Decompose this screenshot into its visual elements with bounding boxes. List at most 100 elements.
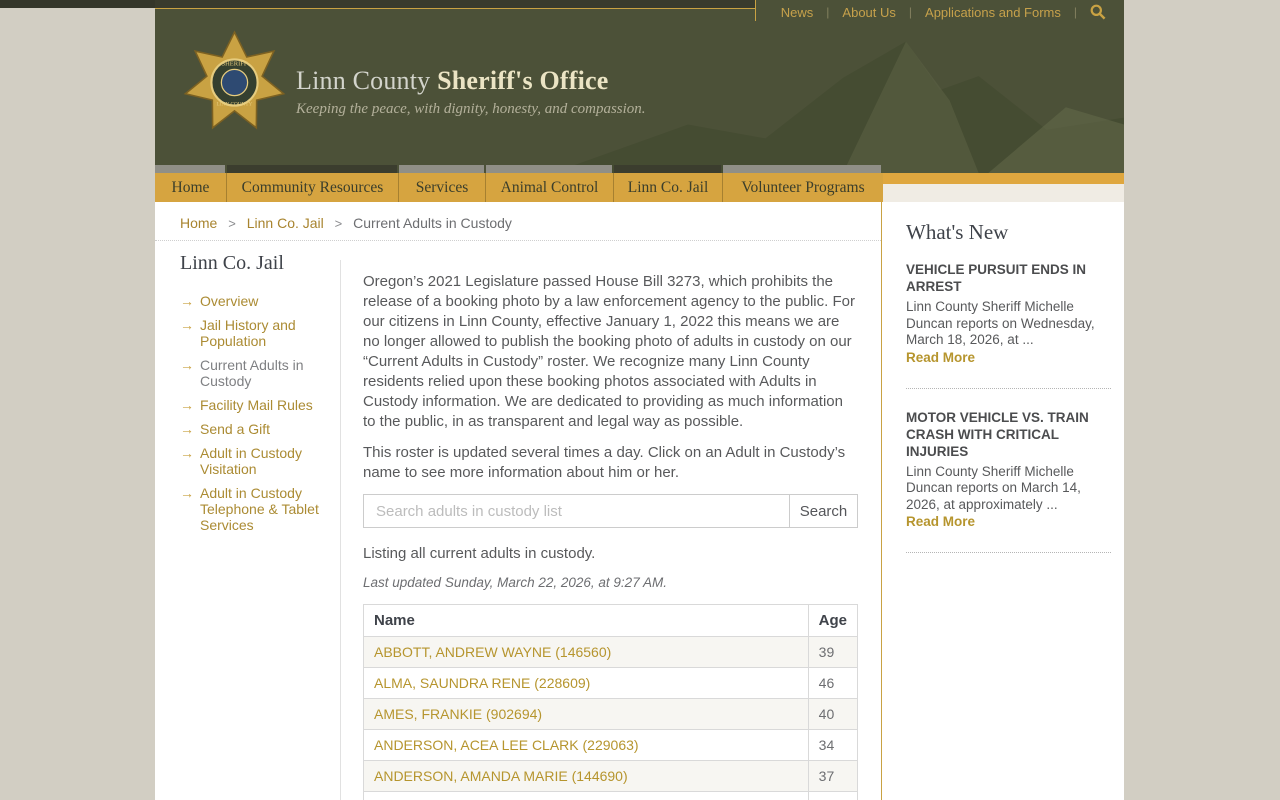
arrow-right-icon: →	[180, 421, 194, 437]
table-row: ALMA, SAUNDRA RENE (228609) 46	[363, 667, 859, 699]
read-more-link[interactable]: Read More	[906, 350, 975, 365]
sidebar-item-label: Jail History and Population	[200, 317, 296, 349]
utility-link-applications-and-forms[interactable]: Applications and Forms	[925, 5, 1061, 20]
inmate-age: 40	[807, 698, 859, 730]
sidebar-item-label: Facility Mail Rules	[200, 397, 313, 413]
strip-volunteer-programs	[723, 165, 881, 173]
site-title-block: Linn County Sheriff's Office Keeping the…	[296, 66, 646, 118]
content-area: Home > Linn Co. Jail > Current Adults in…	[155, 202, 1124, 800]
sidebar-item-overview[interactable]: → Overview	[180, 293, 332, 309]
table-row: ANDERSON, AMANDA MARIE (144690) 37	[363, 760, 859, 792]
column-header-age: Age	[807, 604, 859, 637]
news-item: VEHICLE PURSUIT ENDS IN ARREST Linn Coun…	[906, 261, 1111, 367]
jail-menu-title: Linn Co. Jail	[180, 252, 284, 274]
last-updated-text: Last updated Sunday, March 22, 2026, at …	[363, 575, 667, 590]
nav-item-volunteer-programs[interactable]: Volunteer Programs	[723, 173, 883, 202]
svg-text:LINN COUNTY: LINN COUNTY	[217, 102, 253, 108]
arrow-right-icon: →	[180, 317, 194, 333]
site-title: Linn County Sheriff's Office	[296, 66, 646, 96]
arrow-right-icon: →	[180, 485, 194, 501]
inmate-name-link[interactable]: ALMA, SAUNDRA RENE (228609)	[374, 675, 590, 691]
svg-text:SHERIFF: SHERIFF	[221, 61, 247, 68]
breadcrumb: Home > Linn Co. Jail > Current Adults in…	[155, 202, 881, 241]
table-row: ABBOTT, ANDREW WAYNE (146560) 39	[363, 636, 859, 668]
main-nav: Home Community Resources Services Animal…	[155, 173, 883, 202]
custody-search-button[interactable]: Search	[790, 494, 858, 528]
main-column: Oregon’s 2021 Legislature passed House B…	[363, 272, 859, 800]
sidebar-item-current-adults-in-custody[interactable]: → Current Adults in Custody	[180, 357, 332, 389]
nav-item-animal-control[interactable]: Animal Control	[486, 173, 614, 202]
sidebar-item-jail-history-and-population[interactable]: → Jail History and Population	[180, 317, 332, 349]
site-tagline: Keeping the peace, with dignity, honesty…	[296, 101, 646, 117]
table-row: AMES, FRANKIE (902694) 40	[363, 698, 859, 730]
custody-search-input[interactable]	[363, 494, 790, 528]
column-header-name: Name	[363, 604, 809, 637]
inmate-name-link[interactable]: AMES, FRANKIE (902694)	[374, 706, 542, 722]
read-more-link[interactable]: Read More	[906, 514, 975, 529]
utility-nav: News | About Us | Applications and Forms…	[756, 0, 1124, 24]
news-item-title-link[interactable]: MOTOR VEHICLE VS. TRAIN CRASH WITH CRITI…	[906, 409, 1111, 460]
custody-search-bar: Search	[363, 494, 858, 528]
sidebar-item-label: Overview	[200, 293, 259, 309]
whats-new-title: What's New	[906, 220, 1009, 244]
custody-roster-table: Name Age ABBOTT, ANDREW WAYNE (146560) 3…	[363, 604, 859, 800]
strip-linn-co-jail	[614, 165, 721, 173]
site-header: News | About Us | Applications and Forms…	[155, 0, 1124, 173]
menu-vertical-divider	[340, 260, 341, 800]
nav-item-services[interactable]: Services	[399, 173, 486, 202]
whats-new-panel: What's New VEHICLE PURSUIT ENDS IN ARRES…	[906, 220, 1111, 573]
inmate-name-link[interactable]: ABBOTT, ANDREW WAYNE (146560)	[374, 644, 611, 660]
inmate-name-link[interactable]: ANDERSON, ACEA LEE CLARK (229063)	[374, 737, 639, 753]
site-title-light: Linn County	[296, 66, 431, 95]
strip-community-resources	[227, 165, 397, 173]
strip-home	[155, 165, 225, 173]
breadcrumb-separator-icon: >	[228, 216, 236, 231]
news-item-title-link[interactable]: VEHICLE PURSUIT ENDS IN ARREST	[906, 261, 1111, 295]
sidebar-item-label: Send a Gift	[200, 421, 271, 437]
nav-top-strip	[155, 165, 881, 173]
inmate-name-link[interactable]: ANDERSON, AMANDA MARIE (144690)	[374, 768, 628, 784]
utility-link-about-us[interactable]: About Us	[842, 5, 895, 20]
breadcrumb-link-home[interactable]: Home	[180, 215, 217, 231]
utility-dark-bar	[155, 0, 755, 9]
utility-separator: |	[1073, 5, 1077, 19]
nav-item-linn-co-jail[interactable]: Linn Co. Jail	[614, 173, 723, 202]
arrow-right-icon: →	[180, 397, 194, 413]
top-dark-strip	[0, 0, 156, 8]
sidebar-item-adult-in-custody-telephone-tablet-services[interactable]: → Adult in Custody Telephone & Tablet Se…	[180, 485, 332, 533]
sidebar-item-adult-in-custody-visitation[interactable]: → Adult in Custody Visitation	[180, 445, 332, 477]
strip-services	[399, 165, 484, 173]
table-row-partial	[363, 791, 859, 800]
jail-section-menu: Linn Co. Jail → Overview → Jail History …	[180, 252, 332, 541]
news-item-excerpt: Linn County Sheriff Michelle Duncan repo…	[906, 299, 1095, 347]
news-item: MOTOR VEHICLE VS. TRAIN CRASH WITH CRITI…	[906, 409, 1111, 532]
table-header-row: Name Age	[363, 604, 859, 637]
utility-separator: |	[826, 5, 830, 19]
sidebar-item-send-a-gift[interactable]: → Send a Gift	[180, 421, 332, 437]
arrow-right-icon: →	[180, 357, 194, 373]
intro-paragraph-2: This roster is updated several times a d…	[363, 444, 846, 481]
utility-separator: |	[908, 5, 913, 19]
arrow-right-icon: →	[180, 445, 194, 461]
inmate-age: 37	[807, 760, 859, 792]
strip-animal-control	[486, 165, 612, 173]
sidebar-item-label: Adult in Custody Visitation	[200, 445, 302, 477]
sidebar-item-label: Adult in Custody Telephone & Tablet Serv…	[200, 485, 319, 533]
sidebar-item-label: Current Adults in Custody	[200, 357, 304, 389]
news-dotted-separator	[906, 552, 1111, 553]
breadcrumb-link-linn-co-jail[interactable]: Linn Co. Jail	[247, 215, 324, 231]
breadcrumb-separator-icon: >	[334, 216, 343, 231]
intro-paragraph-1: Oregon’s 2021 Legislature passed House B…	[363, 273, 855, 430]
sidebar-gold-strip	[883, 173, 1124, 184]
sidebar-cream-strip	[883, 184, 1124, 202]
sidebar-item-facility-mail-rules[interactable]: → Facility Mail Rules	[180, 397, 332, 413]
utility-link-news[interactable]: News	[781, 5, 814, 20]
content-gold-divider	[881, 202, 882, 800]
listing-status-text: Listing all current adults in custody.	[363, 545, 596, 562]
nav-item-home[interactable]: Home	[155, 173, 227, 202]
table-row: ANDERSON, ACEA LEE CLARK (229063) 34	[363, 729, 859, 761]
inmate-age: 46	[807, 667, 859, 699]
nav-item-community-resources[interactable]: Community Resources	[227, 173, 399, 202]
inmate-age: 34	[807, 729, 859, 761]
search-icon[interactable]	[1090, 4, 1106, 20]
